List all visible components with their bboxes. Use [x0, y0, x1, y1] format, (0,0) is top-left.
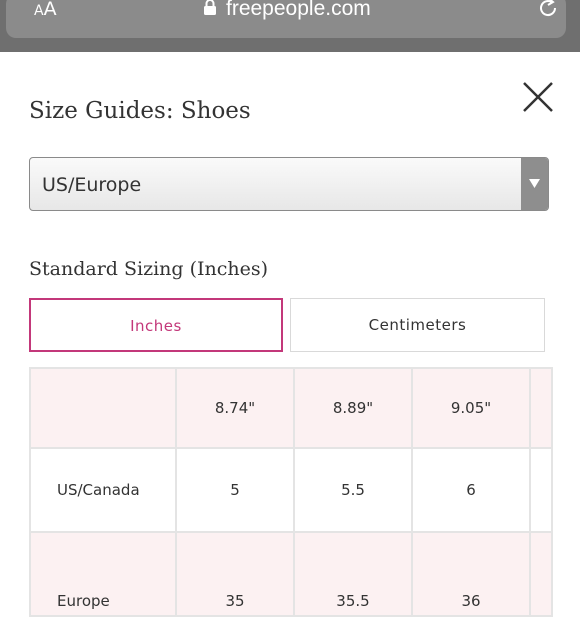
- reload-icon[interactable]: [536, 0, 560, 20]
- table-cell: 35: [175, 531, 295, 617]
- table-cell: 9.05": [411, 367, 531, 449]
- table-cell: 36: [411, 531, 531, 617]
- close-icon[interactable]: [521, 80, 555, 114]
- text-size-big: A: [43, 0, 57, 20]
- table-cell: 6: [411, 447, 531, 533]
- url-text: freepeople.com: [226, 0, 371, 20]
- table-row-foot-length: 8.74" 8.89" 9.05": [29, 367, 553, 449]
- text-size-small: A: [34, 3, 44, 19]
- chevron-down-icon: [529, 179, 540, 188]
- table-cell: [529, 447, 553, 533]
- lock-icon: [204, 0, 216, 15]
- region-select[interactable]: US/Europe: [29, 157, 549, 211]
- region-select-value: US/Europe: [42, 174, 142, 196]
- tab-centimeters[interactable]: Centimeters: [290, 298, 545, 352]
- modal-title: Size Guides: Shoes: [29, 98, 251, 124]
- table-cell-label: US/Canada: [29, 447, 177, 533]
- table-cell: 8.74": [175, 367, 295, 449]
- browser-toolbar: AA freepeople.com: [0, 0, 580, 52]
- table-cell-label: [29, 367, 177, 449]
- table-row-us-canada: US/Canada 5 5.5 6: [29, 447, 553, 533]
- table-cell: 5: [175, 447, 295, 533]
- table-cell-label: Europe: [29, 531, 177, 617]
- table-cell: 8.89": [293, 367, 413, 449]
- table-cell: 35.5: [293, 531, 413, 617]
- table-cell: 5.5: [293, 447, 413, 533]
- size-guide-modal: Size Guides: Shoes US/Europe Standard Si…: [0, 52, 580, 617]
- table-cell: [529, 531, 553, 617]
- text-size-button[interactable]: AA: [34, 0, 57, 20]
- section-title: Standard Sizing (Inches): [29, 258, 269, 280]
- table-cell: [529, 367, 553, 449]
- dropdown-button[interactable]: [521, 158, 548, 210]
- table-row-europe: Europe 35 35.5 36: [29, 531, 553, 617]
- address-bar[interactable]: AA freepeople.com: [6, 0, 566, 38]
- tab-inches[interactable]: Inches: [29, 298, 283, 352]
